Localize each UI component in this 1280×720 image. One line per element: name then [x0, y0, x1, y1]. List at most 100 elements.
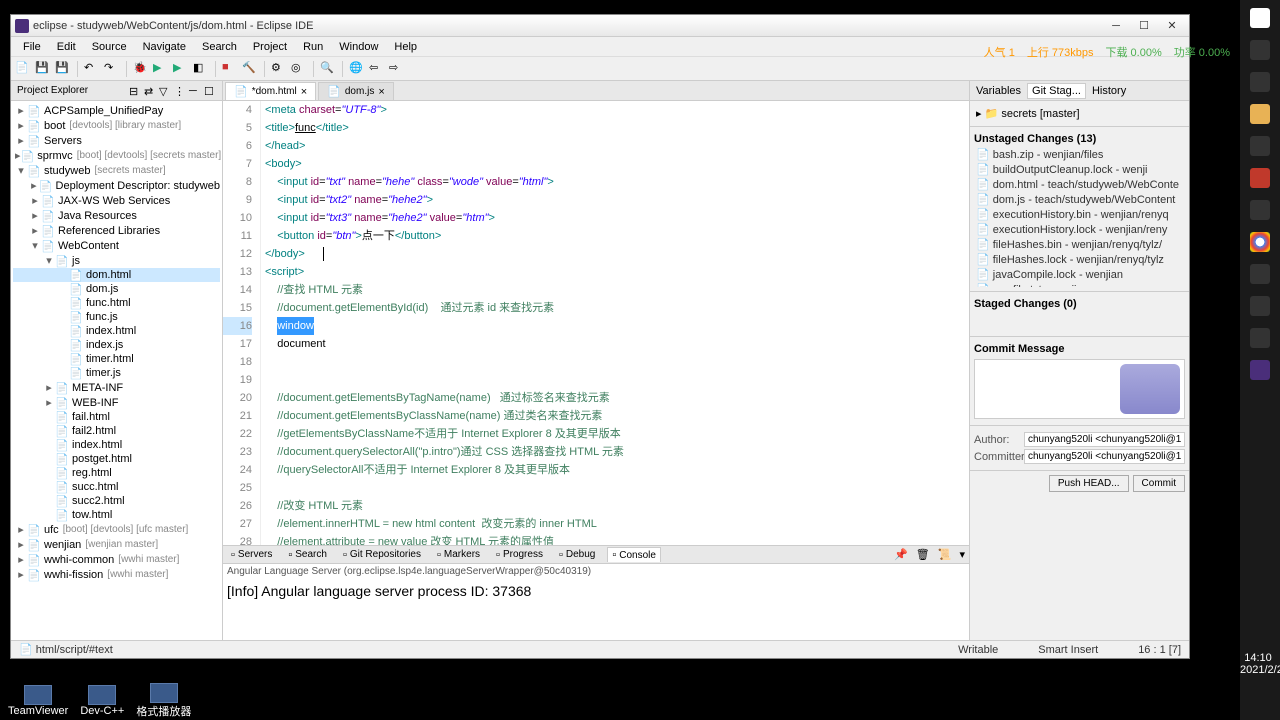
taskbar-item[interactable]: 格式播放器 [136, 683, 191, 719]
editor-tab[interactable]: 📄*dom.html × [225, 82, 316, 100]
editor-tab[interactable]: 📄dom.js × [318, 82, 394, 100]
tree-item[interactable]: ▸📄Referenced Libraries [13, 223, 220, 238]
unstaged-file[interactable]: 📄 newfile.txt - wenjian [974, 282, 1185, 287]
menu-help[interactable]: Help [386, 39, 425, 55]
tree-item[interactable]: 📄index.js [13, 338, 220, 352]
bottom-tab-search[interactable]: ▫Search [284, 548, 331, 562]
tree-item[interactable]: 📄dom.js [13, 282, 220, 296]
tree-item[interactable]: ▸📄wwhi-common[wwhi master] [13, 552, 220, 567]
save-icon[interactable]: 💾 [35, 61, 51, 77]
tree-item[interactable]: ▸📄boot[devtools] [library master] [13, 118, 220, 133]
menu-file[interactable]: File [15, 39, 49, 55]
view-menu-icon[interactable]: ⋮ [174, 85, 186, 97]
bottom-tab-markers[interactable]: ▫Markers [433, 548, 484, 562]
commit-button[interactable]: Commit [1133, 475, 1185, 492]
tree-item[interactable]: ▸📄sprmvc[boot] [devtools] [secrets maste… [13, 148, 220, 163]
bottom-tab-git-repositories[interactable]: ▫Git Repositories [339, 548, 425, 562]
redo-icon[interactable]: ↷ [104, 61, 120, 77]
tree-item[interactable]: ▸📄ufc[boot] [devtools] [ufc master] [13, 522, 220, 537]
tray-app2-icon[interactable] [1250, 200, 1270, 220]
tree-item[interactable]: ▸📄Deployment Descriptor: studyweb [13, 178, 220, 193]
tree-item[interactable]: ▾📄studyweb[secrets master] [13, 163, 220, 178]
close-tab-icon[interactable]: × [301, 86, 307, 98]
unstaged-list[interactable]: 📄 bash.zip - wenjian/files📄 buildOutputC… [974, 147, 1185, 287]
tree-item[interactable]: 📄func.js [13, 310, 220, 324]
unstaged-file[interactable]: 📄 buildOutputCleanup.lock - wenji [974, 162, 1185, 177]
tray-app4-icon[interactable] [1250, 296, 1270, 316]
unstaged-file[interactable]: 📄 executionHistory.lock - wenjian/reny [974, 222, 1185, 237]
tree-item[interactable]: 📄dom.html [13, 268, 220, 282]
tree-item[interactable]: ▾📄js [13, 253, 220, 268]
unstaged-file[interactable]: 📄 fileHashes.bin - wenjian/renyq/tylz/ [974, 237, 1185, 252]
clock[interactable]: 14:10 2021/2/2 [1240, 652, 1276, 676]
tray-app3-icon[interactable] [1250, 264, 1270, 284]
tab-variables[interactable]: Variables [976, 85, 1021, 97]
tree-item[interactable]: 📄index.html [13, 324, 220, 338]
nav-fwd-icon[interactable]: ⇨ [389, 61, 405, 77]
tree-item[interactable]: ▸📄JAX-WS Web Services [13, 193, 220, 208]
tray-store-icon[interactable] [1250, 136, 1270, 156]
minimize-panel-icon[interactable]: ─ [189, 85, 201, 97]
save-all-icon[interactable]: 💾 [55, 61, 71, 77]
tree-item[interactable]: ▾📄WebContent [13, 238, 220, 253]
menu-source[interactable]: Source [84, 39, 135, 55]
editor-body[interactable]: 4567891011121314151617181920212223242526… [223, 101, 969, 545]
tree-item[interactable]: ▸📄Servers [13, 133, 220, 148]
tree-item[interactable]: 📄succ.html [13, 480, 220, 494]
link-editor-icon[interactable]: ⇄ [144, 85, 156, 97]
browser-icon[interactable]: 🌐 [349, 61, 365, 77]
bottom-tab-progress[interactable]: ▫Progress [492, 548, 547, 562]
tree-item[interactable]: ▸📄wenjian[wenjian master] [13, 537, 220, 552]
new-icon[interactable]: 📄 [15, 61, 31, 77]
menu-run[interactable]: Run [295, 39, 331, 55]
menu-edit[interactable]: Edit [49, 39, 84, 55]
search-icon[interactable]: 🔍 [320, 61, 336, 77]
unstaged-file[interactable]: 📄 executionHistory.bin - wenjian/renyq [974, 207, 1185, 222]
minimize-button[interactable]: ─ [1103, 17, 1129, 35]
undo-icon[interactable]: ↶ [84, 61, 100, 77]
tree-item[interactable]: 📄timer.html [13, 352, 220, 366]
debug-icon[interactable]: 🐞 [133, 61, 149, 77]
console-menu-icon[interactable]: ▾ [959, 548, 965, 561]
collapse-all-icon[interactable]: ⊟ [129, 85, 141, 97]
close-button[interactable]: ✕ [1159, 17, 1185, 35]
maximize-button[interactable]: ☐ [1131, 17, 1157, 35]
coverage-icon[interactable]: ◧ [193, 61, 209, 77]
taskbar-item[interactable]: Dev-C++ [80, 685, 124, 717]
tree-item[interactable]: ▸📄Java Resources [13, 208, 220, 223]
tree-item[interactable]: 📄succ2.html [13, 494, 220, 508]
build-icon[interactable]: 🔨 [242, 61, 258, 77]
console-clear-icon[interactable]: 🗑 [916, 548, 930, 561]
menu-search[interactable]: Search [194, 39, 245, 55]
nav-back-icon[interactable]: ⇦ [369, 61, 385, 77]
tray-explorer-icon[interactable] [1250, 104, 1270, 124]
tree-item[interactable]: ▸📄WEB-INF [13, 395, 220, 410]
run-icon[interactable]: ▶ [153, 61, 169, 77]
tree-item[interactable]: 📄timer.js [13, 366, 220, 380]
filter-icon[interactable]: ▽ [159, 85, 171, 97]
close-tab-icon[interactable]: × [378, 86, 384, 98]
tree-item[interactable]: ▸📄META-INF [13, 380, 220, 395]
menu-project[interactable]: Project [245, 39, 295, 55]
push-head-button[interactable]: Push HEAD... [1049, 475, 1129, 492]
tree-item[interactable]: 📄index.html [13, 438, 220, 452]
tree-item[interactable]: ▸📄wwhi-fission[wwhi master] [13, 567, 220, 582]
tree-item[interactable]: 📄tow.html [13, 508, 220, 522]
bottom-tab-debug[interactable]: ▫Debug [555, 548, 599, 562]
maximize-panel-icon[interactable]: ☐ [204, 85, 216, 97]
tray-search-icon[interactable] [1250, 40, 1270, 60]
open-type-icon[interactable]: ◎ [291, 61, 307, 77]
tab-history[interactable]: History [1092, 85, 1126, 97]
tray-cortana-icon[interactable] [1250, 72, 1270, 92]
tray-chrome-icon[interactable] [1250, 232, 1270, 252]
tray-eclipse-icon[interactable] [1250, 360, 1270, 380]
unstaged-file[interactable]: 📄 javaCompile.lock - wenjian [974, 267, 1185, 282]
committer-input[interactable] [1024, 449, 1185, 464]
taskbar-item[interactable]: TeamViewer [8, 685, 68, 717]
bottom-tab-servers[interactable]: ▫Servers [227, 548, 276, 562]
tree-item[interactable]: 📄fail.html [13, 410, 220, 424]
tray-windows-icon[interactable] [1250, 8, 1270, 28]
tab-git-staging[interactable]: Git Stag... [1027, 83, 1086, 99]
unstaged-file[interactable]: 📄 bash.zip - wenjian/files [974, 147, 1185, 162]
author-input[interactable] [1024, 432, 1185, 447]
